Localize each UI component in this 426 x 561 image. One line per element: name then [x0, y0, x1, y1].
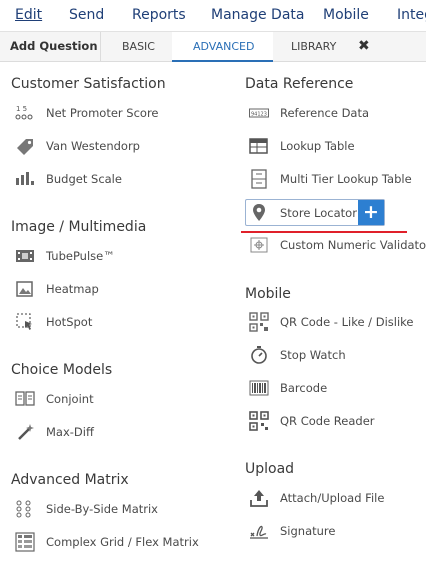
- item-signature[interactable]: Signature: [249, 520, 335, 542]
- menu-mobile[interactable]: Mobile: [323, 7, 369, 23]
- nps-icon-text: 1 5: [16, 105, 27, 113]
- item-label: Multi Tier Lookup Table: [280, 172, 412, 186]
- section-upload: Upload: [245, 461, 295, 477]
- bar-chart-icon: [15, 169, 35, 189]
- item-label: Heatmap: [46, 282, 99, 296]
- item-label: Stop Watch: [280, 348, 346, 362]
- item-lookup-table[interactable]: Lookup Table: [249, 135, 355, 157]
- price-tag-icon: [15, 136, 35, 156]
- item-max-diff[interactable]: Max-Diff: [15, 421, 94, 443]
- item-side-by-side-matrix[interactable]: Side-By-Side Matrix: [15, 498, 158, 520]
- item-label: HotSpot: [46, 315, 93, 329]
- table-icon: [249, 136, 269, 156]
- heatmap-icon: [15, 279, 35, 299]
- matrix-grid-icon: [15, 499, 35, 519]
- item-attach-upload-file[interactable]: Attach/Upload File: [249, 487, 384, 509]
- item-store-locator[interactable]: Store Locator: [249, 202, 357, 224]
- item-barcode[interactable]: Barcode: [249, 377, 327, 399]
- question-tab-bar: Add Question BASIC ADVANCED LIBRARY ✖: [0, 31, 426, 62]
- barcode-icon: [249, 378, 269, 398]
- menu-send[interactable]: Send: [69, 7, 104, 23]
- upload-icon: [249, 488, 269, 508]
- tiered-list-icon: [249, 169, 269, 189]
- item-label: Signature: [280, 524, 336, 538]
- tab-basic[interactable]: BASIC: [122, 40, 155, 53]
- section-advanced-matrix: Advanced Matrix: [11, 472, 129, 488]
- menu-reports[interactable]: Reports: [132, 7, 186, 23]
- item-label: Lookup Table: [280, 139, 355, 153]
- item-tubepulse[interactable]: TubePulse™: [15, 245, 115, 267]
- item-multi-tier-lookup-table[interactable]: Multi Tier Lookup Table: [249, 168, 412, 190]
- item-stop-watch[interactable]: Stop Watch: [249, 344, 346, 366]
- validator-icon: [249, 235, 269, 255]
- complex-grid-icon: [15, 532, 35, 552]
- item-label: QR Code - Like / Dislike: [280, 315, 414, 329]
- item-label: Store Locator: [280, 206, 357, 220]
- item-label: Reference Data: [280, 106, 370, 120]
- item-label: Custom Numeric Validator: [280, 238, 426, 252]
- tab-advanced[interactable]: ADVANCED: [193, 40, 254, 53]
- item-net-promoter-score[interactable]: 1 5 Net Promoter Score: [15, 102, 159, 124]
- stopwatch-icon: [249, 345, 269, 365]
- section-choice-models: Choice Models: [11, 362, 113, 378]
- item-hotspot[interactable]: HotSpot: [15, 311, 92, 333]
- reference-number-icon: 94123: [249, 103, 269, 123]
- item-label: Budget Scale: [46, 172, 122, 186]
- item-complex-grid[interactable]: Complex Grid / Flex Matrix: [15, 531, 199, 553]
- item-custom-numeric-validator[interactable]: Custom Numeric Validator: [249, 234, 426, 256]
- top-menu-bar: Edit Send Reports Manage Data Mobile Int…: [0, 0, 426, 31]
- item-label: Net Promoter Score: [46, 106, 159, 120]
- section-customer-satisfaction: Customer Satisfaction: [11, 76, 166, 92]
- tab-library[interactable]: LIBRARY: [291, 40, 336, 53]
- item-label: Conjoint: [46, 392, 94, 406]
- tab-divider: [100, 32, 101, 62]
- item-label: QR Code Reader: [280, 414, 375, 428]
- conjoint-cards-icon: [15, 389, 35, 409]
- item-label: Side-By-Side Matrix: [46, 502, 158, 516]
- reference-icon-text: 94123: [251, 112, 267, 118]
- item-heatmap[interactable]: Heatmap: [15, 278, 99, 300]
- item-reference-data[interactable]: 94123 Reference Data: [249, 102, 369, 124]
- item-label: Complex Grid / Flex Matrix: [46, 535, 199, 549]
- item-label: Van Westendorp: [46, 139, 140, 153]
- signature-icon: [249, 521, 269, 541]
- film-icon: [15, 246, 35, 266]
- qr-reader-icon: [249, 411, 269, 431]
- section-data-reference: Data Reference: [245, 76, 354, 92]
- item-label: Max-Diff: [46, 425, 94, 439]
- section-mobile: Mobile: [245, 286, 291, 302]
- map-pin-icon: [249, 203, 269, 223]
- menu-integrations[interactable]: Integ: [397, 7, 426, 23]
- item-label: TubePulse™: [46, 249, 115, 263]
- highlight-underline: [241, 231, 407, 233]
- item-van-westendorp[interactable]: Van Westendorp: [15, 135, 140, 157]
- section-image-multimedia: Image / Multimedia: [11, 219, 147, 235]
- item-qr-code-reader[interactable]: QR Code Reader: [249, 410, 375, 432]
- item-budget-scale[interactable]: Budget Scale: [15, 168, 122, 190]
- qr-code-icon: [249, 312, 269, 332]
- add-question-label: Add Question: [10, 39, 98, 53]
- magic-wand-icon: [15, 422, 35, 442]
- item-label: Barcode: [280, 381, 328, 395]
- menu-edit[interactable]: Edit: [15, 7, 42, 23]
- add-store-locator-button[interactable]: +: [358, 200, 384, 225]
- item-label: Attach/Upload File: [280, 491, 385, 505]
- cursor-select-icon: [15, 312, 35, 332]
- item-conjoint[interactable]: Conjoint: [15, 388, 94, 410]
- item-qr-like-dislike[interactable]: QR Code - Like / Dislike: [249, 311, 413, 333]
- menu-manage-data[interactable]: Manage Data: [211, 7, 305, 23]
- nps-scale-icon: 1 5: [15, 103, 35, 123]
- close-icon[interactable]: ✖: [358, 38, 370, 54]
